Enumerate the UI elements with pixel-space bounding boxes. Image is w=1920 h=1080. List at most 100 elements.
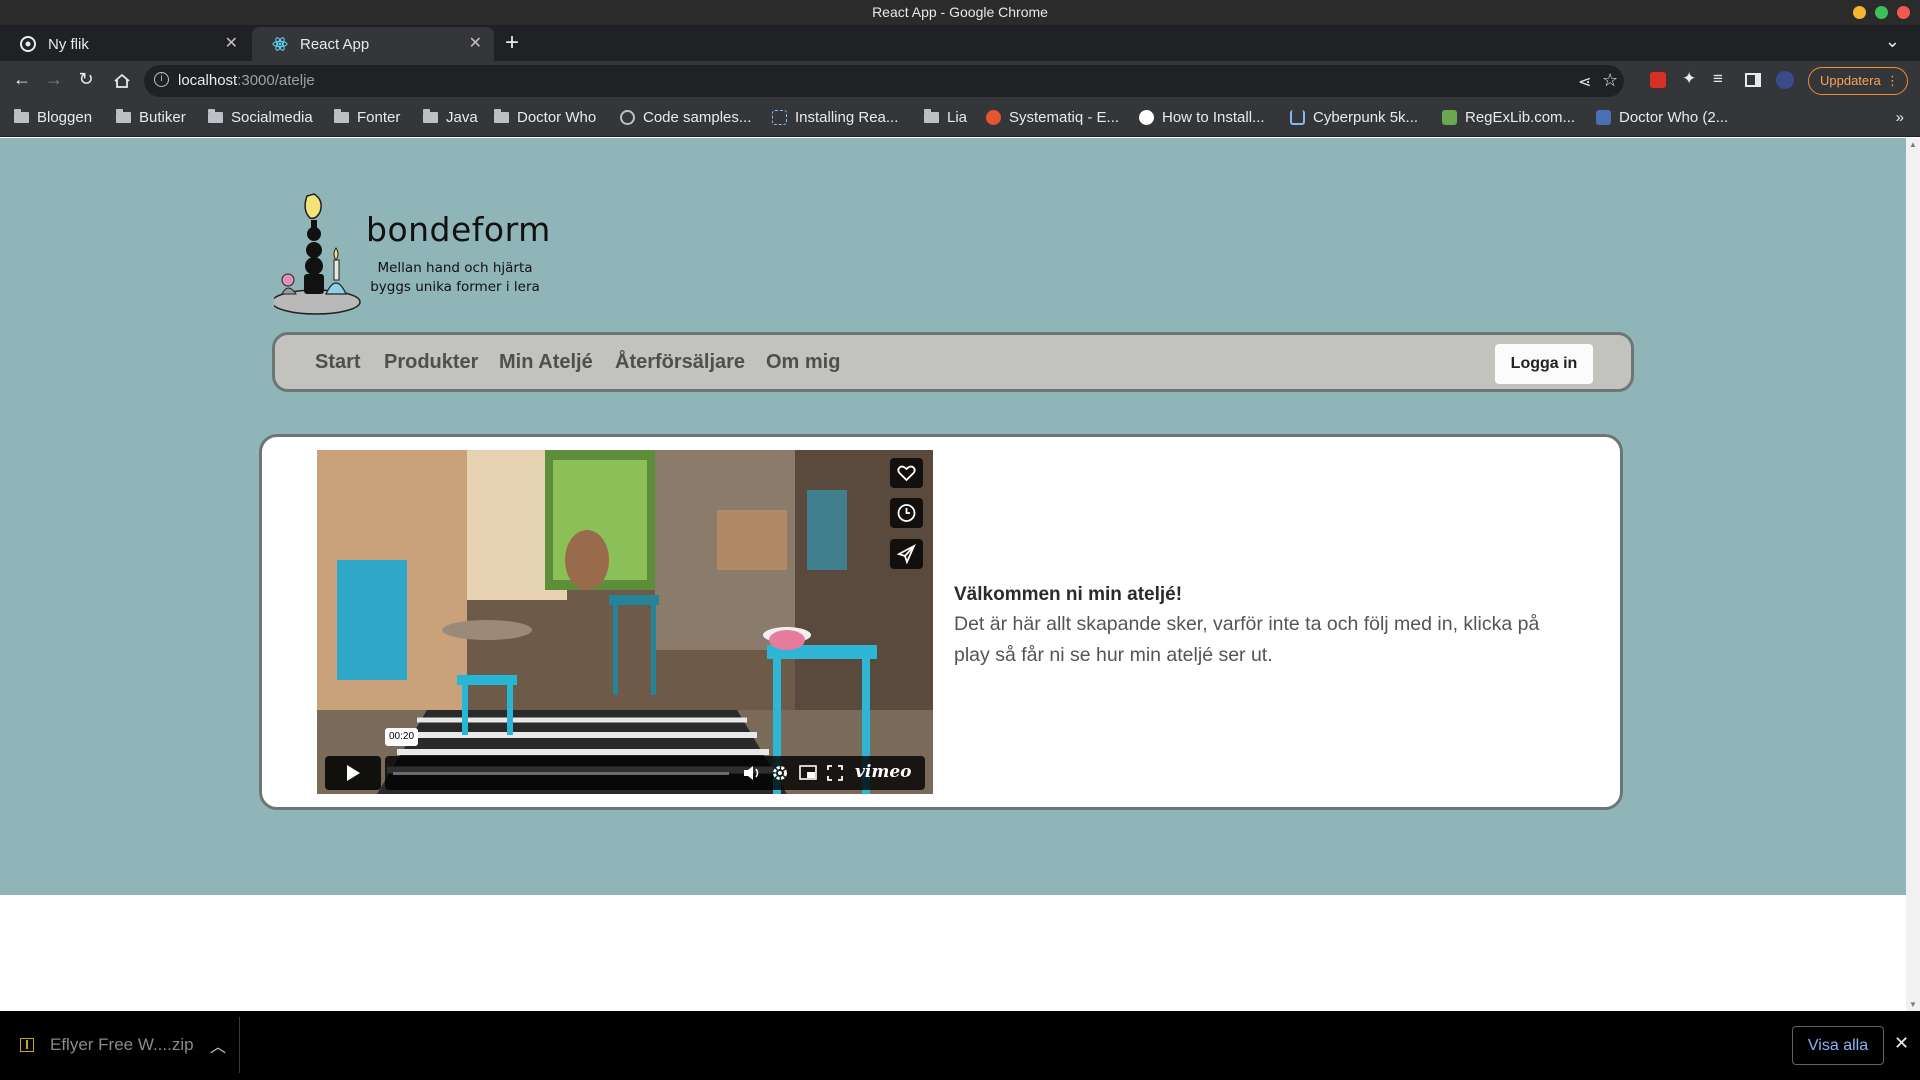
- candle-pottery-illustration: [274, 193, 361, 315]
- site-icon: [986, 110, 1001, 125]
- folder-icon: [14, 109, 29, 123]
- page-scrollbar[interactable]: ▲ ▼: [1906, 138, 1920, 1011]
- extensions-puzzle-icon[interactable]: ✦: [1682, 69, 1696, 89]
- like-heart-button[interactable]: [890, 458, 923, 488]
- folder-icon: [924, 109, 939, 123]
- profile-avatar-icon[interactable]: [1776, 71, 1794, 89]
- show-all-downloads-button[interactable]: Visa alla: [1792, 1026, 1884, 1065]
- welcome-body: Det är här allt skapande sker, varför in…: [954, 613, 1540, 666]
- home-icon[interactable]: [110, 72, 134, 90]
- download-file-name: Eflyer Free W....zip: [50, 1035, 194, 1054]
- zip-file-icon: [20, 1038, 34, 1052]
- progress-track[interactable]: [393, 772, 729, 775]
- site-logo[interactable]: bondeform Mellan hand och hjärta byggs u…: [274, 190, 550, 320]
- tab-search-chevron-icon[interactable]: ⌄: [1885, 31, 1900, 52]
- chevron-up-icon[interactable]: ︿: [210, 1033, 226, 1057]
- share-video-button[interactable]: [890, 539, 923, 569]
- maximize-window-button[interactable]: [1875, 6, 1888, 19]
- bookmark-regexlib[interactable]: RegExLib.com...: [1442, 109, 1575, 126]
- site-info-icon[interactable]: i: [154, 72, 169, 87]
- bookmark-installing-react[interactable]: Installing Rea...: [772, 109, 898, 126]
- globe-icon: [620, 110, 635, 125]
- bookmark-code-samples[interactable]: Code samples...: [620, 109, 751, 126]
- page-blank-area: [0, 895, 1906, 1011]
- nav-produkter[interactable]: Produkter: [384, 351, 478, 374]
- react-icon: [272, 37, 288, 51]
- watch-later-button[interactable]: [890, 498, 923, 528]
- welcome-text: Välkommen ni min ateljé! Det är här allt…: [954, 581, 1574, 671]
- site-icon: [1290, 110, 1305, 125]
- bookmark-cyberpunk[interactable]: Cyberpunk 5k...: [1290, 109, 1418, 126]
- site-icon: [1139, 110, 1154, 125]
- folder-icon: [334, 109, 349, 123]
- fullscreen-icon[interactable]: [827, 765, 843, 781]
- close-window-button[interactable]: [1897, 6, 1910, 19]
- picture-in-picture-icon[interactable]: [799, 765, 817, 781]
- scroll-up-icon[interactable]: ▲: [1909, 140, 1917, 149]
- side-panel-icon[interactable]: [1745, 73, 1761, 87]
- window-title-bar: React App - Google Chrome: [0, 0, 1920, 25]
- chrome-icon: [20, 36, 36, 52]
- tab-title: Ny flik: [48, 35, 89, 53]
- clock-icon: [897, 504, 916, 522]
- minimize-window-button[interactable]: [1853, 6, 1866, 19]
- paper-plane-icon: [896, 543, 916, 565]
- video-control-bar: vimeo: [385, 756, 925, 790]
- play-icon: [347, 765, 360, 781]
- welcome-heading: Välkommen ni min ateljé!: [954, 584, 1183, 605]
- folder-icon: [494, 109, 509, 123]
- share-icon[interactable]: ⋖: [1578, 72, 1591, 92]
- settings-gear-icon[interactable]: [771, 764, 789, 782]
- menu-dots-icon: ⋮: [1886, 73, 1899, 88]
- bookmark-butiker[interactable]: Butiker: [116, 109, 186, 126]
- nav-om-mig[interactable]: Om mig: [766, 351, 840, 374]
- vimeo-logo[interactable]: vimeo: [855, 762, 911, 782]
- tab-react-app[interactable]: React App ✕: [252, 27, 494, 61]
- bookmark-socialmedia[interactable]: Socialmedia: [208, 109, 313, 126]
- forward-arrow-icon[interactable]: →: [42, 69, 66, 90]
- close-icon[interactable]: ✕: [1894, 1033, 1909, 1054]
- bookmark-systematiq[interactable]: Systematiq - E...: [986, 109, 1119, 126]
- bookmark-java[interactable]: Java: [423, 109, 478, 126]
- close-tab-icon[interactable]: ✕: [469, 33, 482, 53]
- folder-icon: [116, 109, 131, 123]
- address-bar[interactable]: i localhost:3000/atelje ⋖ ☆: [144, 65, 1624, 97]
- close-tab-icon[interactable]: ✕: [225, 33, 238, 53]
- download-divider: [239, 1017, 240, 1073]
- volume-icon[interactable]: [742, 764, 762, 782]
- play-button[interactable]: [325, 756, 381, 790]
- atelier-card: vimeo 00:20 Välkommen ni min ateljé! Det…: [259, 434, 1623, 810]
- bookmark-doctor-who[interactable]: Doctor Who: [494, 109, 596, 126]
- reading-list-icon[interactable]: ≡: [1713, 69, 1723, 89]
- tab-new-tab[interactable]: Ny flik ✕: [0, 27, 250, 61]
- vimeo-video-player[interactable]: vimeo 00:20: [317, 450, 933, 794]
- extension-red-icon[interactable]: [1650, 72, 1666, 88]
- site-icon: [772, 110, 787, 125]
- bookmark-lia[interactable]: Lia: [924, 109, 967, 126]
- site-icon: [1442, 110, 1457, 125]
- nav-aterforsaljare[interactable]: Återförsäljare: [615, 351, 745, 374]
- nav-start[interactable]: Start: [315, 351, 361, 374]
- login-button[interactable]: Logga in: [1495, 344, 1593, 384]
- main-navigation: Start Produkter Min Ateljé Återförsäljar…: [272, 332, 1634, 392]
- back-arrow-icon[interactable]: ←: [10, 69, 34, 90]
- scroll-down-icon[interactable]: ▼: [1909, 1000, 1917, 1009]
- bookmarks-bar: Bloggen Butiker Socialmedia Fonter Java …: [0, 101, 1920, 137]
- folder-icon: [208, 109, 223, 123]
- download-item[interactable]: Eflyer Free W....zip: [20, 1035, 194, 1055]
- update-chrome-button[interactable]: Uppdatera ⋮: [1808, 67, 1908, 95]
- download-bar: Eflyer Free W....zip ︿ Visa alla ✕: [0, 1011, 1920, 1080]
- more-bookmarks-icon[interactable]: »: [1896, 109, 1904, 126]
- bookmark-bloggen[interactable]: Bloggen: [14, 109, 92, 126]
- bookmark-doctor-who-2[interactable]: Doctor Who (2...: [1596, 109, 1728, 126]
- site-icon: [1596, 110, 1611, 125]
- url-text: localhost:3000/atelje: [178, 72, 315, 89]
- browser-toolbar: ← → ↻ i localhost:3000/atelje ⋖ ☆ ✦ ≡ Up…: [0, 61, 1920, 101]
- nav-min-atelje[interactable]: Min Ateljé: [499, 351, 593, 374]
- video-time-tooltip: 00:20: [385, 728, 419, 746]
- bookmark-fonter[interactable]: Fonter: [334, 109, 400, 126]
- bookmark-how-to-install[interactable]: How to Install...: [1139, 109, 1265, 126]
- bookmark-star-icon[interactable]: ☆: [1602, 70, 1618, 91]
- new-tab-plus-icon[interactable]: +: [505, 29, 519, 57]
- reload-icon[interactable]: ↻: [74, 69, 98, 90]
